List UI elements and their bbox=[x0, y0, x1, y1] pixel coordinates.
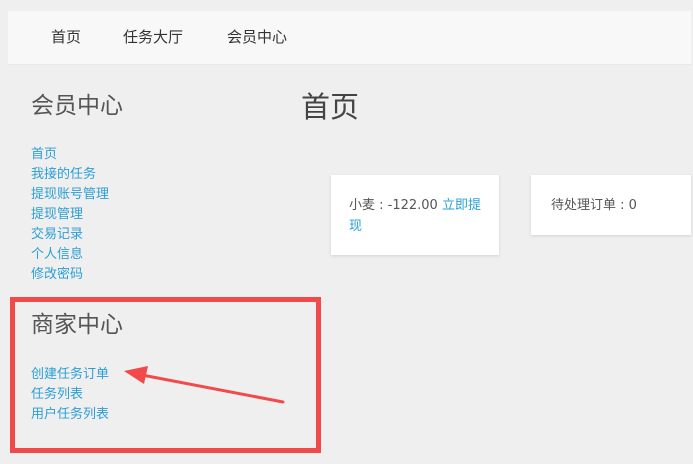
nav-item-task-hall[interactable]: 任务大厅 bbox=[123, 27, 183, 47]
sidebar-link-home[interactable]: 首页 bbox=[31, 145, 109, 165]
sidebar-link-withdraw-management[interactable]: 提现管理 bbox=[31, 205, 109, 225]
balance-card: 小麦 : -122.00 立即提现 bbox=[331, 175, 499, 255]
sidebar-link-profile[interactable]: 个人信息 bbox=[31, 245, 109, 265]
annotation-highlight-box bbox=[10, 297, 321, 453]
pending-orders-label: 待处理订单 : 0 bbox=[551, 198, 637, 213]
sidebar-link-withdraw-accounts[interactable]: 提现账号管理 bbox=[31, 185, 109, 205]
sidebar-link-transactions[interactable]: 交易记录 bbox=[31, 225, 109, 245]
member-center-heading: 会员中心 bbox=[31, 93, 123, 119]
balance-label: 小麦 : -122.00 bbox=[349, 198, 438, 213]
sidebar-link-my-tasks[interactable]: 我接的任务 bbox=[31, 165, 109, 185]
member-links-list: 首页 我接的任务 提现账号管理 提现管理 交易记录 个人信息 修改密码 bbox=[31, 145, 109, 285]
top-navbar: 首页 任务大厅 会员中心 bbox=[8, 11, 691, 65]
balance-text: 小麦 : -122.00 立即提现 bbox=[349, 195, 489, 237]
nav-item-member-center[interactable]: 会员中心 bbox=[227, 27, 287, 47]
pending-orders-card: 待处理订单 : 0 bbox=[531, 175, 691, 235]
nav-item-home[interactable]: 首页 bbox=[51, 27, 81, 47]
sidebar-link-change-password[interactable]: 修改密码 bbox=[31, 265, 109, 285]
page-title: 首页 bbox=[301, 90, 360, 124]
